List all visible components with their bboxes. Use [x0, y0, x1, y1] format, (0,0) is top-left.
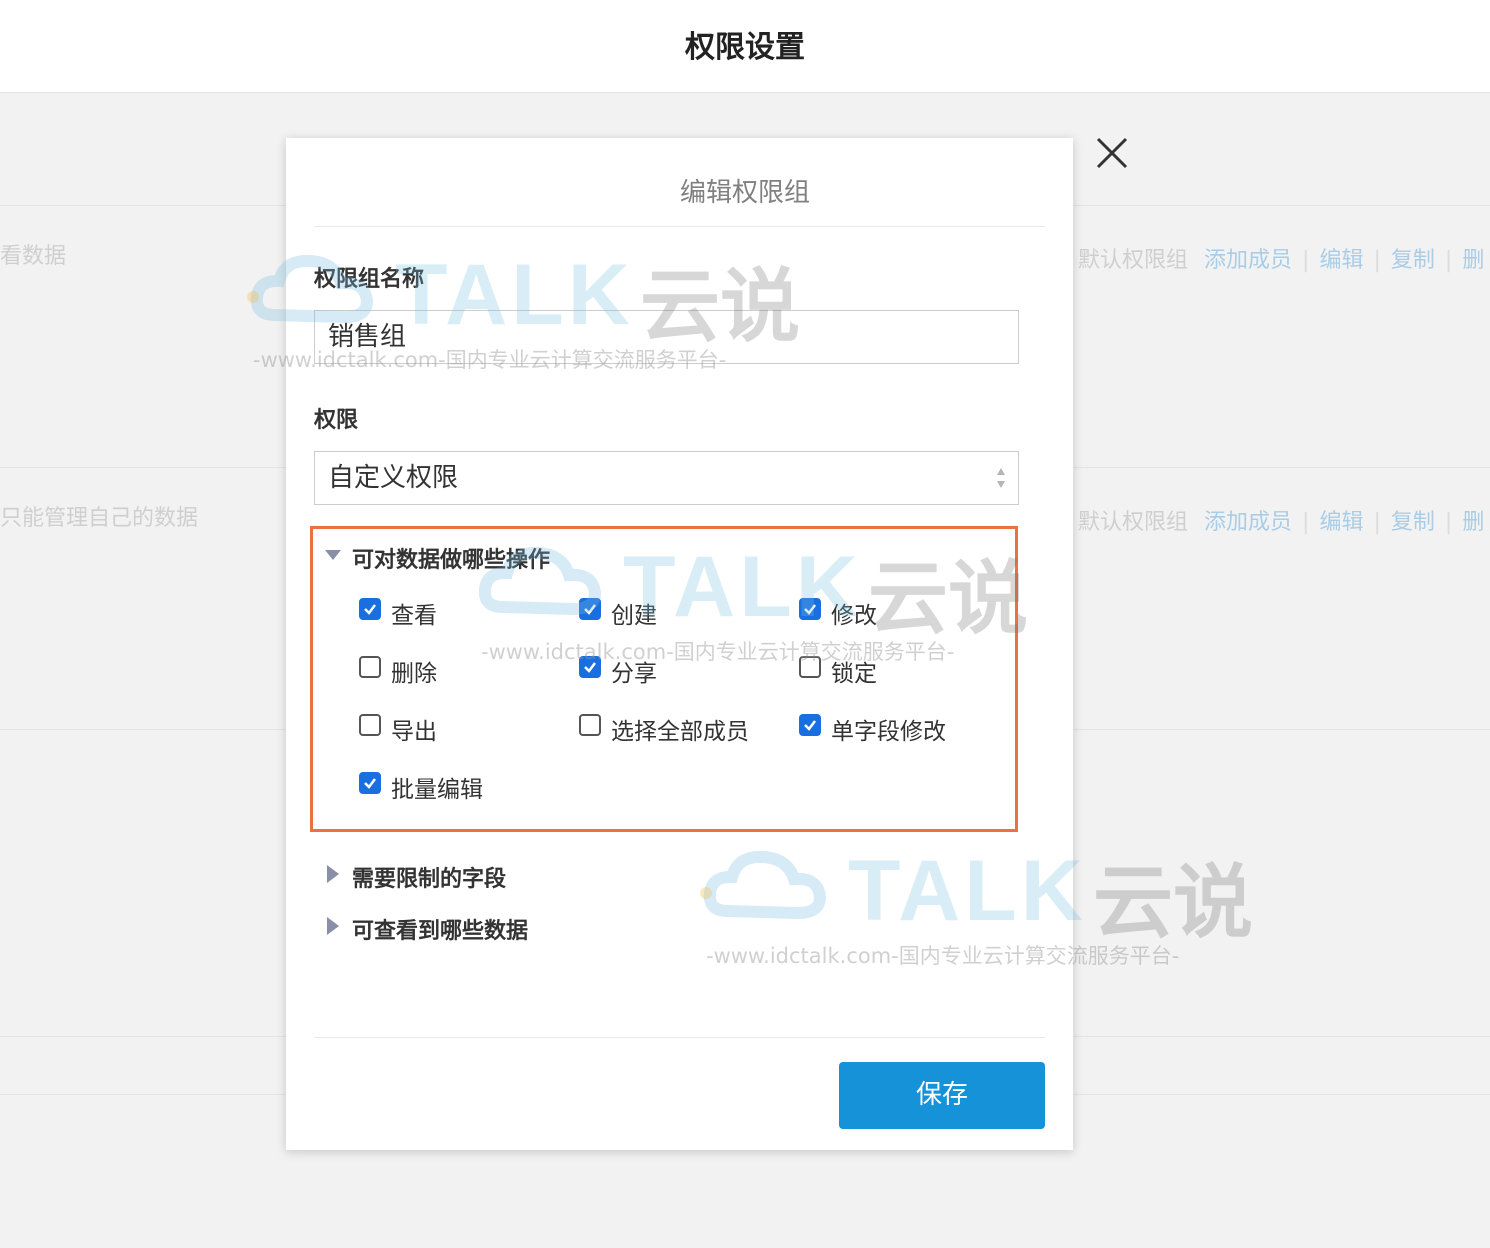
bg-row-actions: 默认权限组 添加成员 | 编辑 | 复制 | 删	[1078, 510, 1485, 535]
checkbox-label: 导出	[391, 719, 437, 745]
checkbox-checked-icon[interactable]	[799, 598, 821, 620]
checkbox-label: 修改	[831, 603, 877, 629]
bg-edit-link[interactable]: 编辑	[1319, 248, 1363, 273]
expand-arrow-icon[interactable]	[327, 917, 339, 935]
modal-title: 编辑权限组	[679, 178, 810, 208]
expand-arrow-icon[interactable]	[327, 865, 339, 883]
checkbox-checked-icon[interactable]	[799, 714, 821, 736]
bg-row-actions: 默认权限组 添加成员 | 编辑 | 复制 | 删	[1078, 248, 1485, 273]
save-button[interactable]: 保存	[839, 1062, 1045, 1129]
bg-default-group: 默认权限组	[1078, 248, 1189, 273]
group-name-input[interactable]: 销售组	[314, 310, 1019, 364]
bg-delete-link[interactable]: 删	[1462, 248, 1484, 273]
bg-edit-link[interactable]: 编辑	[1319, 510, 1363, 535]
checkbox-checked-icon[interactable]	[359, 598, 381, 620]
operations-section-title[interactable]: 可对数据做哪些操作	[352, 542, 550, 574]
page-title: 权限设置	[685, 30, 805, 65]
top-header: 权限设置	[0, 0, 1490, 93]
visible-data-section-title[interactable]: 可查看到哪些数据	[352, 913, 528, 945]
permission-select-value: 自定义权限	[328, 463, 459, 493]
bg-copy-link[interactable]: 复制	[1391, 248, 1435, 273]
bg-copy-link[interactable]: 复制	[1391, 510, 1435, 535]
divider	[314, 1037, 1045, 1038]
checkbox-unchecked-icon[interactable]	[799, 656, 821, 678]
checkbox-unchecked-icon[interactable]	[359, 656, 381, 678]
close-icon[interactable]	[1093, 134, 1131, 172]
checkbox-label: 单字段修改	[831, 719, 946, 745]
checkbox-label: 创建	[611, 603, 657, 629]
select-arrows-icon	[997, 468, 1005, 488]
bg-add-member-link[interactable]: 添加成员	[1204, 248, 1292, 273]
bg-row-desc: 看数据	[0, 244, 67, 269]
bg-default-group: 默认权限组	[1078, 510, 1189, 535]
checkbox-checked-icon[interactable]	[359, 772, 381, 794]
bg-delete-link[interactable]: 删	[1462, 510, 1484, 535]
checkbox-label: 删除	[391, 661, 437, 687]
checkbox-label: 选择全部成员	[611, 719, 749, 745]
checkbox-label: 锁定	[831, 661, 877, 687]
bg-row-desc: 只能管理自己的数据	[0, 506, 199, 531]
permission-select[interactable]: 自定义权限	[314, 451, 1019, 505]
checkbox-checked-icon[interactable]	[579, 598, 601, 620]
checkbox-label: 分享	[611, 661, 657, 687]
checkbox-unchecked-icon[interactable]	[579, 714, 601, 736]
permission-label: 权限	[314, 408, 359, 433]
group-name-label: 权限组名称	[314, 267, 425, 292]
restricted-fields-section-title[interactable]: 需要限制的字段	[352, 861, 506, 893]
bg-add-member-link[interactable]: 添加成员	[1204, 510, 1292, 535]
collapse-arrow-icon[interactable]	[325, 550, 341, 560]
checkbox-label: 批量编辑	[391, 777, 483, 803]
checkbox-checked-icon[interactable]	[579, 656, 601, 678]
checkbox-label: 查看	[391, 603, 437, 629]
divider	[314, 226, 1045, 227]
checkbox-unchecked-icon[interactable]	[359, 714, 381, 736]
